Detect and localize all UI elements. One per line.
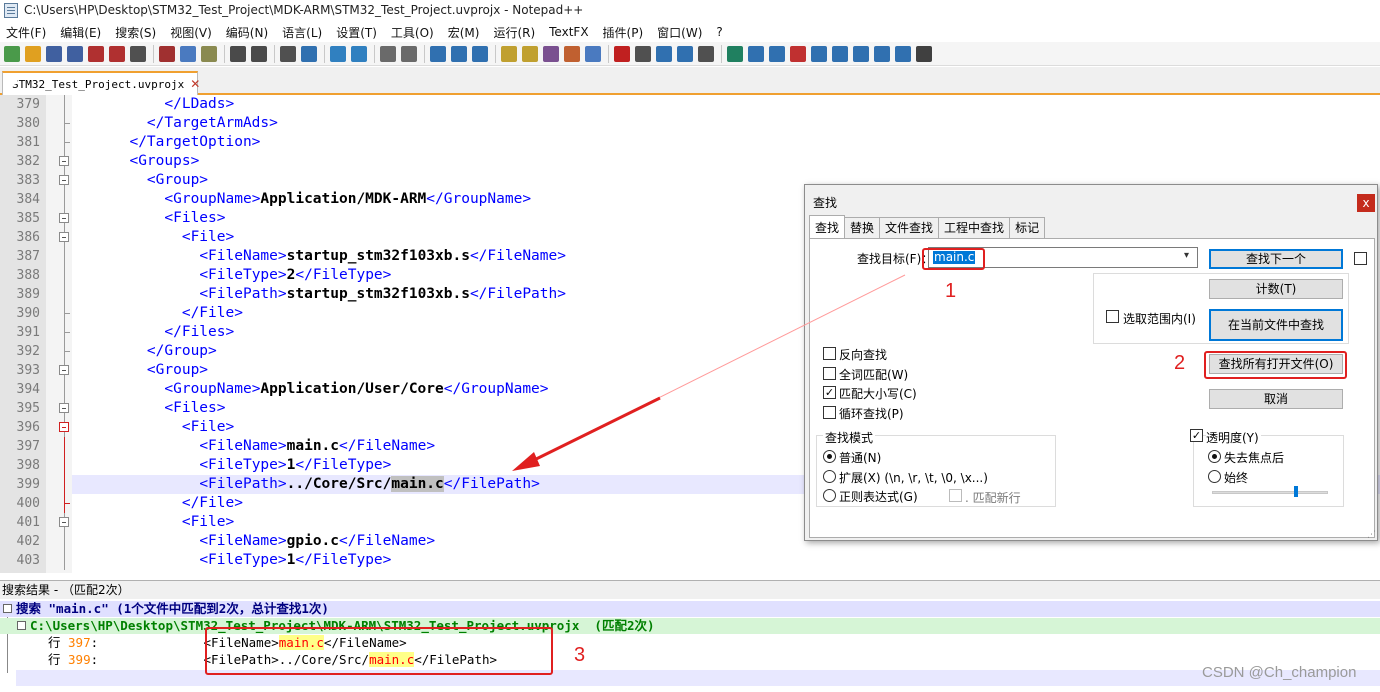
- annotation-arrow: [512, 274, 906, 471]
- watermark: CSDN @Ch_champion: [1202, 664, 1357, 681]
